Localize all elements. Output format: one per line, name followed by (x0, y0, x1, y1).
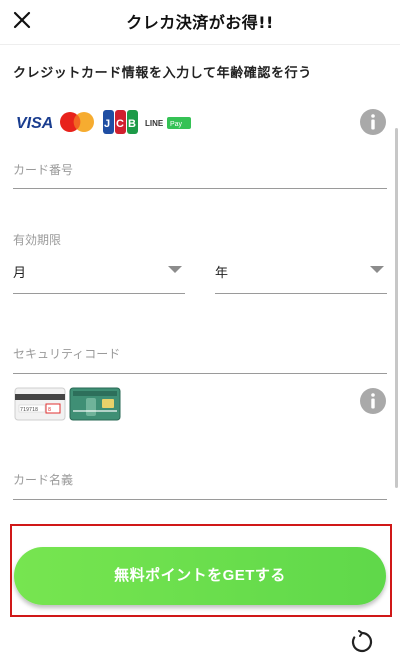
expiry-year-select[interactable]: 年 (215, 262, 228, 281)
sample-security-code: 8 (48, 407, 54, 413)
expiry-month-select[interactable]: 月 (13, 262, 26, 281)
svg-text:J: J (104, 118, 110, 130)
svg-text:B: B (128, 118, 136, 130)
expiry-year-underline (215, 293, 387, 294)
page-title: クレカ決済がお得!! (126, 13, 274, 32)
security-code-card-illustration: 719718 8 (14, 387, 121, 421)
jcb-logo: J C B (103, 110, 138, 134)
loading-spinner-icon (351, 630, 373, 653)
security-code-underline (13, 373, 387, 374)
chevron-down-icon[interactable] (370, 266, 384, 273)
card-front-illustration (69, 387, 121, 421)
svg-text:LINE: LINE (145, 119, 164, 128)
scrollbar[interactable] (395, 128, 398, 488)
card-brands-logos: VISA J C B LINE Pay (16, 110, 191, 134)
visa-logo: VISA (16, 115, 53, 132)
card-name-input[interactable]: カード名義 (13, 471, 73, 488)
mastercard-logo (60, 112, 94, 132)
svg-text:Pay: Pay (170, 121, 183, 128)
sample-card-number: 719718 (20, 407, 38, 413)
card-number-input[interactable]: カード番号 (13, 161, 73, 178)
header-bar: クレカ決済がお得!! (0, 0, 400, 45)
svg-text:VISA: VISA (16, 115, 53, 132)
card-number-underline (13, 188, 387, 189)
info-icon[interactable] (360, 388, 386, 414)
line-pay-logo: LINE Pay (145, 117, 191, 129)
expiry-label: 有効期限 (13, 233, 62, 247)
form-subtitle: クレジットカード情報を入力して年齢確認を行う (13, 66, 312, 81)
security-code-input[interactable]: セキュリティコード (13, 345, 120, 362)
get-points-button[interactable]: 無料ポイントをGETする (14, 547, 386, 605)
info-icon[interactable] (360, 109, 386, 135)
chevron-down-icon[interactable] (168, 266, 182, 273)
card-back-illustration: 719718 8 (14, 387, 66, 421)
svg-text:C: C (116, 118, 124, 130)
expiry-month-underline (13, 293, 185, 294)
card-name-underline (13, 499, 387, 500)
